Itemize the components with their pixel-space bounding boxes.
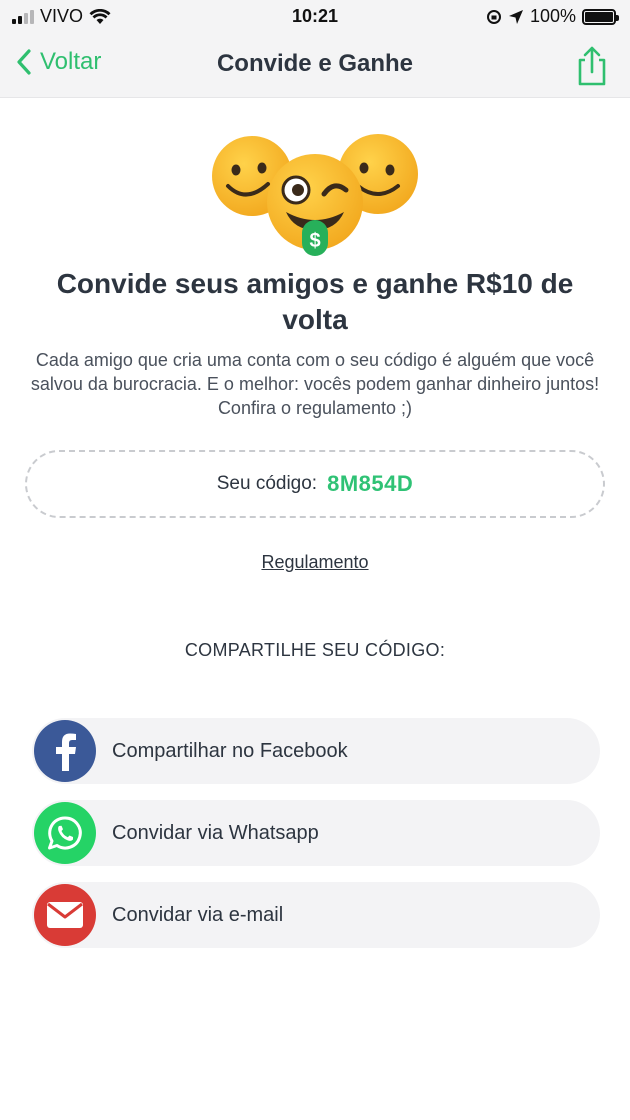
invite-description: Cada amigo que cria uma conta com o seu … bbox=[30, 350, 600, 418]
referral-code-box[interactable]: Seu código: 8M854D bbox=[25, 450, 605, 518]
money-symbol: $ bbox=[309, 230, 320, 252]
whatsapp-icon bbox=[34, 802, 96, 864]
regulation-link[interactable]: Regulamento bbox=[0, 552, 630, 573]
email-icon bbox=[34, 884, 96, 946]
facebook-icon bbox=[34, 720, 96, 782]
share-email-button[interactable]: Convidar via e-mail bbox=[32, 882, 600, 948]
invite-headline: Convide seus amigos e ganhe R$10 de volt… bbox=[56, 268, 574, 335]
page-title: Convide e Ganhe bbox=[216, 50, 414, 77]
share-icon bbox=[578, 46, 606, 86]
rotation-lock-icon bbox=[486, 9, 501, 24]
share-facebook-label: Compartilhar no Facebook bbox=[112, 740, 348, 762]
share-code-heading: COMPARTILHE SEU CÓDIGO: bbox=[184, 640, 446, 660]
location-arrow-icon bbox=[508, 9, 523, 24]
hero-emoji-illustration: $ bbox=[212, 134, 418, 256]
code-value[interactable]: 8M854D bbox=[327, 471, 413, 497]
battery-percent: 100% bbox=[529, 6, 576, 26]
status-bar: VIVO 10:21 100% bbox=[0, 0, 630, 34]
status-right: 100% bbox=[486, 6, 619, 27]
share-button[interactable] bbox=[572, 44, 612, 88]
share-whatsapp-button[interactable]: Convidar via Whatsapp bbox=[32, 800, 600, 866]
code-label: Seu código: bbox=[216, 473, 318, 494]
winking-tongue-money-emoji-icon: $ bbox=[267, 154, 363, 256]
navigation-bar: Voltar Convide e Ganhe bbox=[0, 34, 630, 98]
share-email-label: Convidar via e-mail bbox=[112, 904, 284, 926]
share-facebook-button[interactable]: Compartilhar no Facebook bbox=[32, 718, 600, 784]
battery-icon bbox=[582, 8, 619, 25]
share-whatsapp-label: Convidar via Whatsapp bbox=[112, 822, 319, 844]
